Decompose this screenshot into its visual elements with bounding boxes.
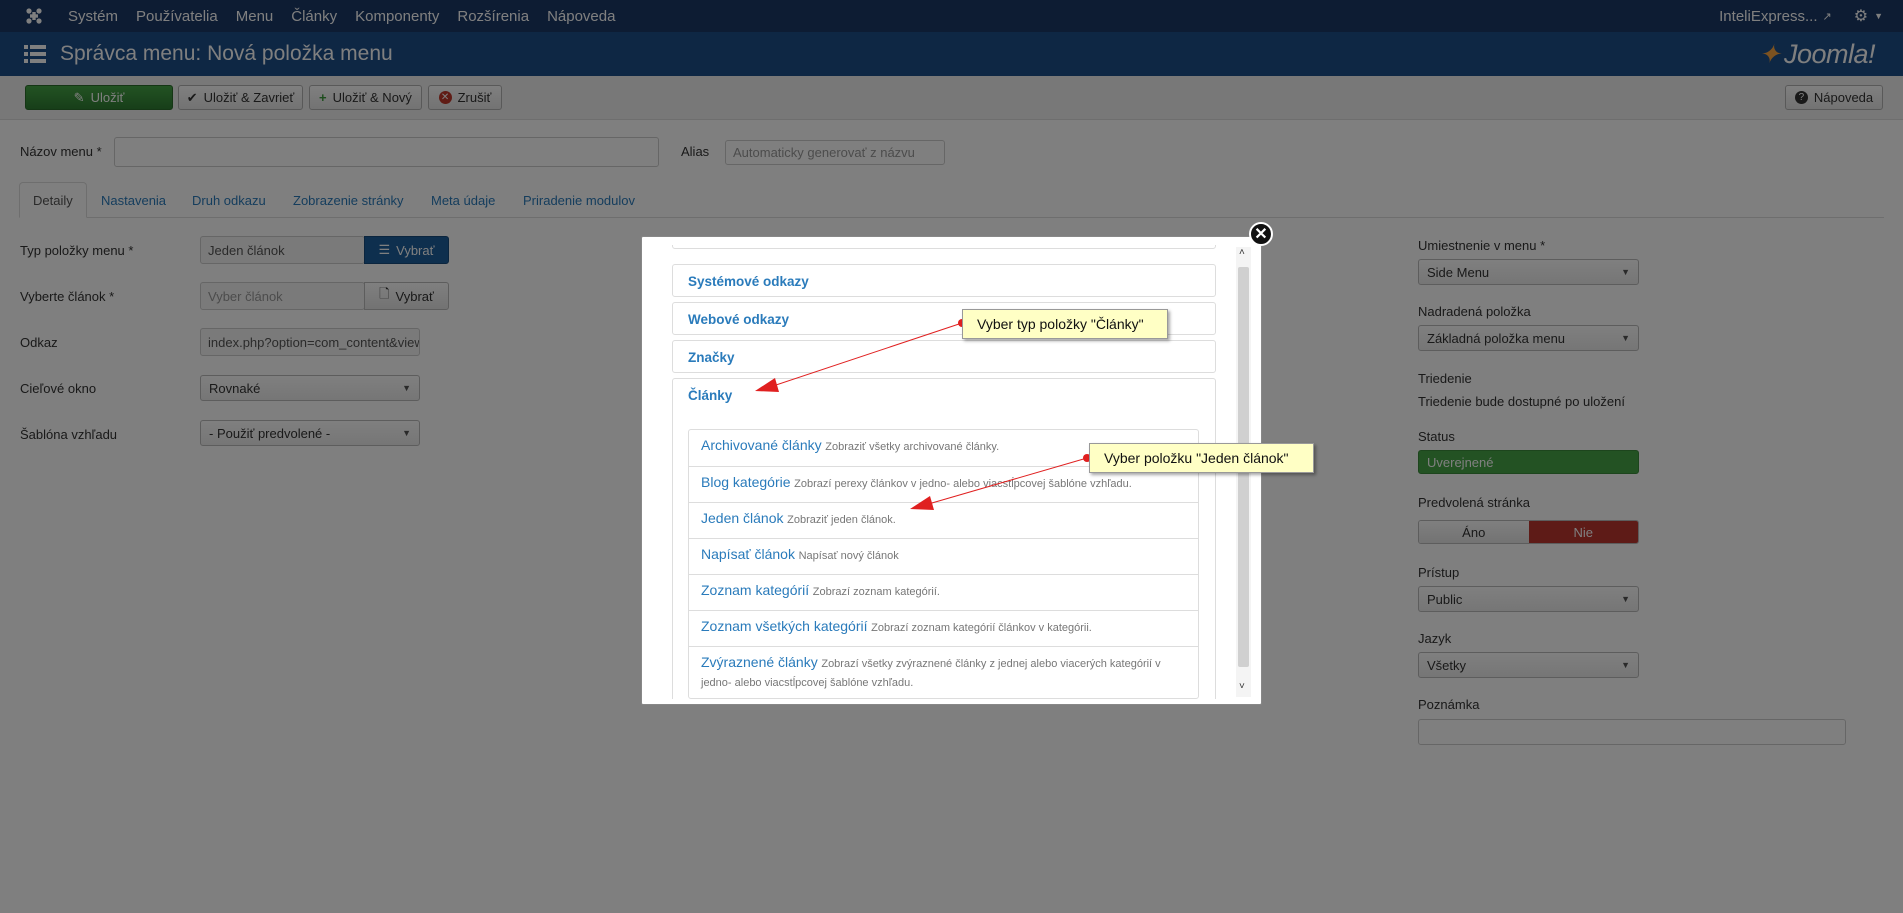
list-item-title: Jeden článok [701,510,784,526]
accordion-system-links[interactable]: Systémové odkazy [672,264,1216,297]
chevron-up-icon[interactable]: ˄ [1239,247,1245,258]
list-item-title: Archivované články [701,437,822,453]
accordion-web-links-label: Webové odkazy [688,312,790,327]
list-item-title: Blog kategórie [701,474,791,490]
accordion-tags-label: Značky [688,350,735,365]
list-item[interactable]: Zvýraznené články Zobrazí všetky zvýrazn… [689,646,1198,699]
list-item-title: Zvýraznené články [701,654,818,670]
accordion-system-links-label: Systémové odkazy [688,274,809,289]
accordion-tags[interactable]: Značky [672,340,1216,373]
accordion-partial-top [672,245,1216,249]
accordion-articles-label: Články [688,388,733,403]
app-root: Systém Používatelia Menu Články Komponen… [0,0,1903,913]
list-item-title: Zoznam všetkých kategórií [701,618,868,634]
list-item-title: Napísať článok [701,546,795,562]
list-item[interactable]: Zoznam všetkých kategórií Zobrazí zoznam… [689,610,1198,646]
list-item-desc: Zobraziť všetky archivované články. [825,441,1000,453]
list-item-desc: Napísať nový článok [798,550,899,562]
list-item-desc: Zobraziť jeden článok. [787,514,896,526]
list-item-desc: Zobrazí perexy článkov v jedno- alebo vi… [794,478,1132,490]
close-icon[interactable]: ✕ [1249,222,1273,246]
callout-select-single-article: Vyber položku "Jeden článok" [1089,443,1314,473]
list-item-title: Zoznam kategórií [701,582,810,598]
list-item-desc: Zobrazí zoznam kategórií. [812,586,940,598]
list-item-desc: Zobrazí zoznam kategórií článkov v kateg… [871,622,1092,634]
list-item[interactable]: Napísať článok Napísať nový článok [689,538,1198,574]
callout-select-articles: Vyber typ položky "Články" [962,309,1168,339]
list-item[interactable]: Jeden článok Zobraziť jeden článok. [689,502,1198,538]
list-item[interactable]: Zoznam kategórií Zobrazí zoznam kategóri… [689,574,1198,610]
chevron-down-icon[interactable]: ˅ [1239,681,1245,692]
